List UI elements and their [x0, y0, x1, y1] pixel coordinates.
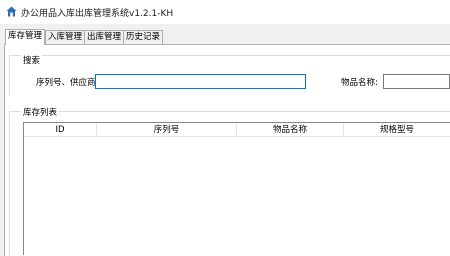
item-name-input[interactable]: [383, 74, 450, 89]
title-bar: 办公用品入库出库管理系统v1.2.1-KH: [0, 0, 450, 24]
app-home-icon: [6, 6, 17, 17]
inventory-table[interactable]: ID 序列号 物品名称 规格型号: [23, 122, 450, 255]
serial-supplier-input[interactable]: [95, 74, 306, 89]
tab-history[interactable]: 历史记录: [123, 30, 164, 44]
window-title: 办公用品入库出库管理系统v1.2.1-KH: [21, 9, 174, 19]
tab-stock-in[interactable]: 入库管理: [45, 30, 86, 44]
search-group-title: 搜索: [21, 54, 43, 66]
item-name-label: 物品名称:: [341, 78, 378, 88]
serial-supplier-label: 序列号、供应商:: [36, 78, 99, 88]
column-header-id[interactable]: ID: [24, 123, 97, 137]
tab-inventory[interactable]: 库存管理: [5, 29, 46, 45]
tab-stock-out[interactable]: 出库管理: [84, 30, 125, 44]
column-header-serial[interactable]: 序列号: [97, 123, 237, 137]
column-header-spec-model[interactable]: 规格型号: [344, 123, 450, 137]
inventory-group-title: 库存列表: [21, 106, 60, 118]
column-header-item-name[interactable]: 物品名称: [237, 123, 344, 137]
